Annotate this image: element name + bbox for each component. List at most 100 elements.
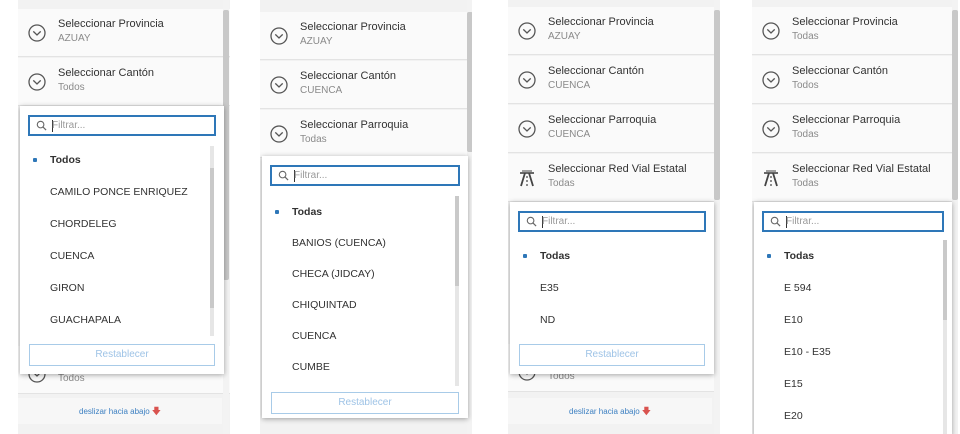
selector-value: AZUAY [300, 36, 333, 47]
selected-dot-icon [275, 210, 279, 214]
selector-value: Todas [300, 134, 327, 145]
selected-dot-icon [767, 254, 771, 258]
option-item[interactable]: CHIQUINTAD [262, 289, 454, 321]
selector-provincia[interactable]: Seleccionar Provincia Todas [752, 7, 958, 55]
search-icon [36, 120, 47, 131]
selector-title: Seleccionar Red Vial Estatal [548, 163, 687, 175]
filter-dropdown: Todas E 594 E10 E10 - E35 E15 E20 [754, 202, 952, 434]
option-item[interactable]: BANIOS (CUENCA) [262, 227, 454, 259]
selector-parroquia[interactable]: Seleccionar Parroquia Todas [752, 105, 958, 153]
filter-panel-4: Seleccionar Provincia Todas Seleccionar … [752, 0, 958, 434]
highway-icon [762, 169, 780, 187]
selector-value: CUENCA [548, 80, 591, 91]
option-list-scrollbar[interactable] [943, 240, 947, 434]
arrow-down-icon: 🡇 [151, 406, 161, 416]
option-item[interactable]: ND [510, 304, 700, 336]
option-list-scrollbar[interactable] [455, 196, 459, 386]
selector-title: Seleccionar Parroquia [300, 119, 409, 131]
option-item[interactable]: Todas [754, 240, 938, 272]
option-item[interactable]: E20 [754, 400, 938, 432]
selector-title: Seleccionar Provincia [300, 21, 406, 33]
search-input-box[interactable] [270, 165, 460, 186]
selector-value: AZUAY [58, 33, 91, 44]
chevron-circle-icon [270, 76, 288, 94]
filter-dropdown: Todos CAMILO PONCE ENRIQUEZ CHORDELEG CU… [20, 106, 224, 374]
selector-red-vial[interactable]: Seleccionar Red Vial Estatal Todas [752, 154, 958, 202]
filter-panel-2: Seleccionar Provincia AZUAY Seleccionar … [260, 0, 472, 434]
search-icon [278, 170, 289, 181]
scroll-down-hint[interactable]: deslizar hacia abajo 🡇 [18, 398, 222, 424]
option-item[interactable]: Todos [20, 144, 210, 176]
selector-title: Seleccionar Provincia [548, 16, 654, 28]
chevron-circle-icon [270, 125, 288, 143]
selected-dot-icon [33, 158, 37, 162]
search-input[interactable] [294, 168, 455, 183]
selector-red-vial[interactable]: Seleccionar Red Vial Estatal Todas [508, 154, 720, 202]
filter-dropdown: Todas E35 ND Restablecer [510, 202, 714, 374]
panel-scrollbar[interactable] [952, 0, 958, 434]
option-item[interactable]: CAMILO PONCE ENRIQUEZ [20, 176, 210, 208]
search-input[interactable] [542, 214, 701, 229]
selector-value: Todas [792, 129, 819, 140]
selector-title: Seleccionar Provincia [792, 16, 898, 28]
selector-provincia[interactable]: Seleccionar Provincia AZUAY [18, 9, 230, 57]
selector-canton[interactable]: Seleccionar Cantón Todos [752, 56, 958, 104]
chevron-circle-icon [762, 71, 780, 89]
option-item[interactable]: GUACHAPALA [20, 304, 210, 336]
selector-provincia[interactable]: Seleccionar Provincia AZUAY [508, 7, 720, 55]
selector-value: CUENCA [548, 129, 591, 140]
search-input-box[interactable] [28, 115, 216, 136]
selector-value: CUENCA [300, 85, 343, 96]
panel-scrollbar[interactable] [714, 0, 720, 434]
option-item[interactable]: E15 [754, 368, 938, 400]
option-item[interactable]: CHECA (JIDCAY) [262, 258, 454, 290]
search-input[interactable] [786, 214, 939, 229]
chevron-circle-icon [28, 73, 46, 91]
selector-title: Seleccionar Red Vial Estatal [792, 163, 931, 175]
selector-parroquia[interactable]: Seleccionar Parroquia CUENCA [508, 105, 720, 153]
reset-button[interactable]: Restablecer [271, 392, 459, 414]
option-item[interactable]: E10 [754, 304, 938, 336]
chevron-circle-icon [270, 27, 288, 45]
selector-canton[interactable]: Seleccionar Cantón Todos [18, 58, 230, 106]
reset-button[interactable]: Restablecer [29, 344, 215, 366]
option-item[interactable]: CUENCA [262, 320, 454, 352]
chevron-circle-icon [518, 120, 536, 138]
search-input-box[interactable] [762, 211, 944, 232]
option-item[interactable]: CHORDELEG [20, 208, 210, 240]
option-item[interactable]: CUMBE [262, 351, 454, 383]
option-item[interactable]: E 594 [754, 272, 938, 304]
option-item[interactable]: Todas [262, 196, 454, 228]
chevron-circle-icon [518, 71, 536, 89]
selector-title: Seleccionar Parroquia [792, 114, 901, 126]
selector-value: Todos [58, 373, 85, 384]
filter-dropdown: Todas BANIOS (CUENCA) CHECA (JIDCAY) CHI… [262, 156, 468, 418]
chevron-circle-icon [518, 22, 536, 40]
search-input-box[interactable] [518, 211, 706, 232]
selector-title: Seleccionar Cantón [300, 70, 397, 82]
filter-panel-3: Seleccionar Provincia AZUAY Seleccionar … [508, 0, 720, 434]
selector-title: Seleccionar Cantón [58, 67, 155, 79]
scroll-down-hint[interactable]: deslizar hacia abajo 🡇 [508, 398, 712, 424]
option-item[interactable]: E35 [510, 272, 700, 304]
reset-button[interactable]: Restablecer [519, 344, 705, 366]
chevron-circle-icon [762, 120, 780, 138]
selector-parroquia[interactable]: Seleccionar Parroquia Todas [260, 110, 472, 158]
selector-canton[interactable]: Seleccionar Cantón CUENCA [508, 56, 720, 104]
selector-title: Seleccionar Cantón [548, 65, 645, 77]
search-input[interactable] [52, 118, 211, 133]
option-list-scrollbar[interactable] [210, 146, 214, 336]
selector-canton[interactable]: Seleccionar Cantón CUENCA [260, 61, 472, 109]
selector-title: Seleccionar Provincia [58, 18, 164, 30]
option-item[interactable]: E10 - E35 [754, 336, 938, 368]
selector-value: AZUAY [548, 31, 581, 42]
selector-value: Todas [792, 178, 819, 189]
option-item[interactable]: CUENCA [20, 240, 210, 272]
selected-dot-icon [523, 254, 527, 258]
option-item[interactable]: Todas [510, 240, 700, 272]
option-item[interactable]: GIRON [20, 272, 210, 304]
selector-provincia[interactable]: Seleccionar Provincia AZUAY [260, 12, 472, 60]
footer-label: deslizar hacia abajo [569, 407, 640, 416]
selector-title: Seleccionar Cantón [792, 65, 889, 77]
selector-value: Todas [792, 31, 819, 42]
